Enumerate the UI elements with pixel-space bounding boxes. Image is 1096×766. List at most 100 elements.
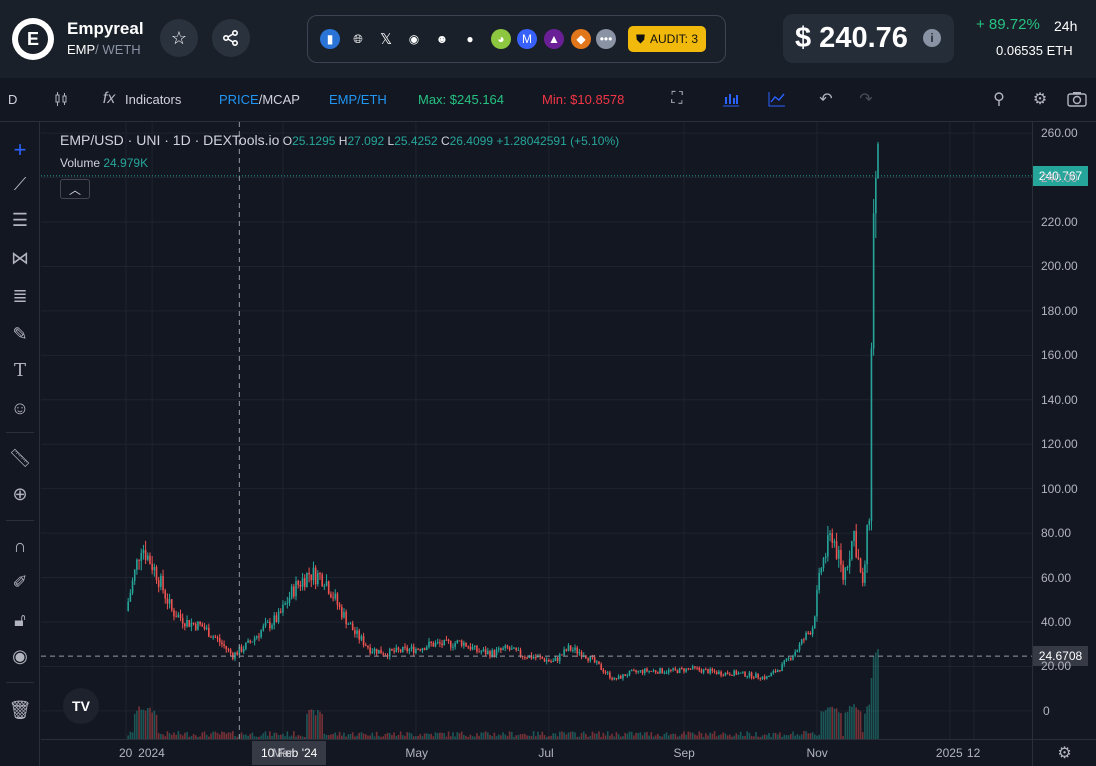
interval-select[interactable]: D — [8, 92, 17, 107]
volume-bar — [151, 712, 153, 739]
mcap-label: /MCAP — [258, 92, 300, 107]
volume-bar — [393, 732, 395, 739]
collapse-legend-button[interactable]: ︿ — [60, 179, 90, 199]
tradingview-logo[interactable]: TV — [63, 688, 99, 724]
price-mcap-toggle[interactable]: PRICE/MCAP — [219, 92, 300, 107]
volume-bar — [827, 707, 829, 739]
drawing-toolbar: + ⟋ ☰ ⋈ ≣ ✎ T ☺ 📏︎ ⊕ ∩ ✐ 🔓︎ ◉ 🗑︎ — [0, 122, 40, 766]
price-axis[interactable]: 240.767 24.6708 0 20.00 40.00 60.00 80.00 100… — [1032, 122, 1096, 739]
candle-type-icon[interactable] — [50, 88, 72, 110]
pair-toggle[interactable]: EMP/ETH — [329, 92, 387, 107]
eye-icon[interactable]: ◉ — [6, 642, 34, 670]
candle-body — [360, 636, 363, 640]
volume-bar — [844, 712, 847, 739]
coingecko-icon[interactable]: ◕ — [491, 29, 511, 49]
candle-body — [478, 651, 480, 653]
redo-icon[interactable]: ↷ — [855, 88, 877, 110]
indicators-icon[interactable]: fx — [98, 88, 120, 110]
candlestick-chart[interactable] — [41, 122, 1032, 739]
prediction-icon[interactable]: ≣ — [6, 282, 34, 310]
candle-body — [179, 614, 182, 618]
candle-body — [447, 639, 450, 642]
candle-body — [840, 550, 842, 565]
candle-body — [384, 654, 387, 656]
reddit-icon[interactable]: ☻ — [432, 29, 452, 49]
volume-bar — [868, 704, 871, 739]
volume-bar — [434, 732, 437, 739]
unlock-icon[interactable]: 🔓︎ — [6, 606, 34, 634]
indicators-button[interactable]: Indicators — [125, 92, 181, 107]
text-tool-icon[interactable]: T — [6, 356, 34, 384]
discord-icon[interactable]: ◉ — [404, 29, 424, 49]
min-price: Min: $10.8578 — [542, 92, 625, 107]
candle-body — [297, 580, 299, 585]
x-icon[interactable]: 𝕏 — [376, 29, 396, 49]
lock-drawing-icon[interactable]: ✐ — [6, 568, 34, 596]
candle-body — [460, 640, 463, 646]
zoom-in-icon[interactable]: ⊕ — [6, 480, 34, 508]
volume-bar — [212, 731, 214, 739]
undo-icon[interactable]: ↶ — [815, 88, 837, 110]
github-icon[interactable]: ● — [460, 29, 480, 49]
axis-settings-button[interactable]: ⚙ — [1032, 739, 1096, 766]
dextools-icon[interactable]: ▮ — [320, 29, 340, 49]
compare-chart-icon[interactable] — [766, 88, 788, 110]
candle-body — [589, 656, 592, 661]
candle-body — [327, 581, 330, 594]
candle-body — [508, 647, 511, 650]
dextscreener-icon[interactable]: ▲ — [544, 29, 564, 49]
volume-bar — [698, 731, 701, 739]
candle-body — [604, 672, 607, 674]
pattern-icon[interactable]: ⋈ — [6, 244, 34, 272]
more-icon[interactable]: ••• — [596, 29, 616, 49]
candle-body — [423, 648, 426, 651]
volume-bar — [864, 713, 866, 739]
volume-bar — [811, 732, 814, 739]
candle-body — [543, 658, 546, 662]
volume-bar — [630, 731, 633, 739]
price-chart[interactable]: EMP/USD · UNI · 1D · DEXTools.io O25.129… — [41, 122, 1032, 739]
candle-body — [391, 648, 393, 651]
audit-badge[interactable]: ⛊ AUDIT: 3 — [628, 26, 707, 52]
candle-body — [718, 671, 720, 675]
camera-icon[interactable] — [1066, 88, 1088, 110]
quick-search-icon[interactable]: ⚲ — [988, 88, 1010, 110]
candle-body — [273, 615, 276, 626]
share-button[interactable] — [212, 19, 250, 57]
brush-icon[interactable]: ✎ — [6, 320, 34, 348]
candle-body — [670, 669, 672, 671]
metamask-icon[interactable]: ◆ — [571, 29, 591, 49]
candle-body — [728, 674, 731, 676]
volume-bar — [306, 713, 308, 739]
candle-body — [748, 672, 751, 677]
volume-bar — [375, 731, 378, 739]
candle-body — [345, 611, 347, 625]
candle-body — [552, 661, 555, 663]
candle-body — [229, 649, 232, 654]
candle-body — [260, 630, 262, 638]
trend-line-icon[interactable]: ⟋ — [6, 170, 34, 198]
candle-body — [700, 670, 703, 673]
ruler-icon[interactable]: 📏︎ — [6, 444, 34, 472]
candle-body — [290, 586, 293, 598]
fib-retracement-icon[interactable]: ☰ — [6, 206, 34, 234]
trades-chart-icon[interactable] — [720, 88, 742, 110]
candle-body — [336, 593, 339, 605]
coinmarketcap-icon[interactable]: M — [517, 29, 537, 49]
candle-body — [759, 677, 762, 679]
globe-icon[interactable]: 🌐︎ — [348, 29, 368, 49]
emoji-icon[interactable]: ☺ — [6, 394, 34, 422]
crosshair-icon[interactable]: + — [6, 136, 34, 164]
settings-icon[interactable]: ⚙ — [1029, 88, 1051, 110]
candle-body — [449, 641, 452, 648]
magnet-icon[interactable]: ∩ — [6, 532, 34, 560]
time-axis[interactable]: 10 Feb '24 20 2024 Mar May Jul Sep Nov 2025 12 — [41, 739, 1032, 766]
info-icon[interactable]: i — [923, 29, 941, 47]
volume-bar — [643, 732, 646, 739]
trash-icon[interactable]: 🗑︎ — [6, 696, 34, 724]
volume-bar — [851, 706, 853, 739]
candle-body — [497, 648, 500, 650]
candle-body — [709, 668, 711, 674]
fullscreen-icon[interactable]: ⛶ — [666, 88, 688, 110]
favorite-button[interactable]: ☆ — [160, 19, 198, 57]
